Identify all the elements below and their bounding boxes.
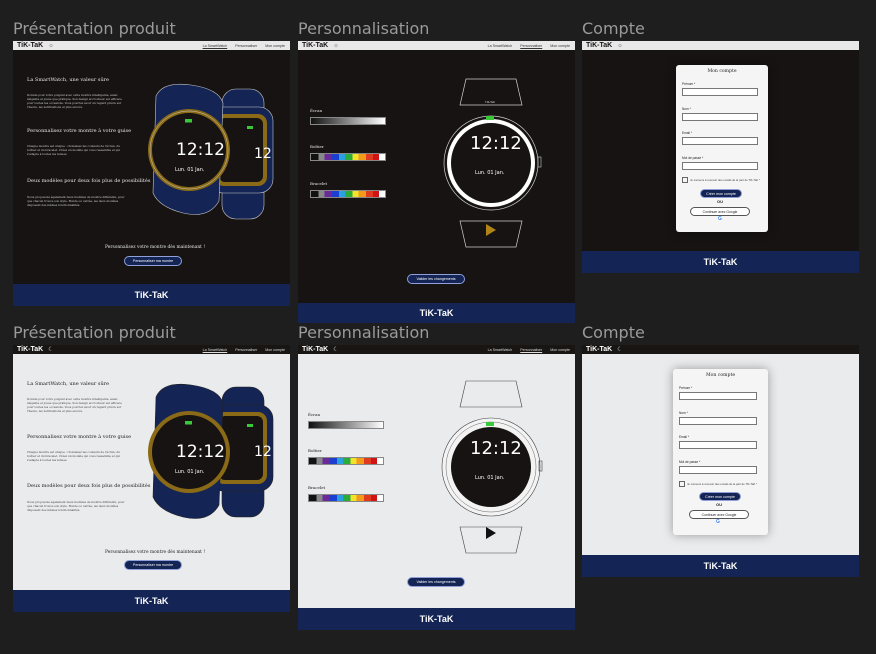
footer-brand: TiK-TaK (703, 257, 738, 267)
frame-label-presentation-light: Présentation produit (13, 323, 176, 342)
watch-illustration: 12 (148, 83, 274, 220)
sun-icon[interactable]: ☼ (617, 43, 623, 49)
nav-logo[interactable]: TiK-TaK (586, 42, 612, 49)
footer-brand: TiK-TaK (419, 308, 454, 318)
preview-watch-brand: TiK-TaK (485, 101, 496, 104)
google-icon: G (716, 519, 720, 525)
account-form-card: Mon compte Prénom * Nom * Email * Mot de… (676, 65, 768, 232)
watch-time: 12:12 (176, 442, 225, 462)
consent-text: Je consens à recevoir des emails de la p… (690, 178, 761, 182)
frame-label-presentation-dark: Présentation produit (13, 19, 176, 38)
footer: TiK-TaK (298, 303, 575, 323)
footer: TiK-TaK (582, 251, 859, 273)
password-label: Mot de passe * (679, 460, 701, 464)
form-title: Mon compte (707, 69, 737, 74)
nom-input[interactable] (679, 417, 757, 425)
password-input[interactable] (682, 162, 758, 170)
footer-brand: TiK-TaK (134, 290, 169, 300)
nom-label: Nom * (679, 411, 688, 415)
compte-frame-light: TiK-TaK ☾ Mon compte Prénom * Nom * Emai… (582, 345, 859, 577)
prenom-label: Prénom * (682, 82, 696, 86)
create-account-button[interactable]: Créer mon compte (699, 492, 741, 501)
google-button[interactable]: Continuer avec Google (690, 207, 750, 216)
password-input[interactable] (679, 466, 757, 474)
navbar: TiK-TaK ☼ (582, 41, 859, 50)
presentation-frame-dark: TiK-TaK ☼ La SmartWatch Personnaliser Mo… (13, 41, 290, 306)
frame-label-personnalisation-dark: Personnalisation (298, 19, 430, 38)
nav-logo[interactable]: TiK-TaK (586, 346, 612, 353)
preview-watch-time: 12:12 (470, 438, 522, 459)
frame-label-compte-light: Compte (582, 323, 645, 342)
nom-label: Nom * (682, 107, 691, 111)
prenom-input[interactable] (682, 88, 758, 96)
account-form-card: Mon compte Prénom * Nom * Email * Mot de… (673, 369, 768, 535)
svg-text:12: 12 (254, 444, 272, 460)
personnalisation-frame-light: TiK-TaK ☾ La SmartWatch Personnaliser Mo… (298, 345, 575, 630)
watch-time: 12:12 (176, 140, 225, 160)
ou-separator: OU (716, 502, 722, 507)
ou-separator: OU (717, 199, 723, 204)
play-icon[interactable] (486, 527, 496, 539)
create-account-button[interactable]: Créer mon compte (700, 189, 742, 198)
google-button[interactable]: Continuer avec Google (689, 510, 749, 519)
personnalisation-frame-dark: TiK-TaK ☼ La SmartWatch Personnaliser Mo… (298, 41, 575, 323)
prenom-input[interactable] (679, 392, 757, 400)
preview-watch-time: 12:12 (470, 133, 522, 154)
email-input[interactable] (682, 137, 758, 145)
prenom-label: Prénom * (679, 386, 693, 390)
svg-text:12: 12 (254, 146, 272, 162)
password-label: Mot de passe * (682, 156, 704, 160)
watch-date: Lun. 01 Jan. (175, 469, 205, 475)
consent-checkbox[interactable]: Je consens à recevoir des emails de la p… (679, 481, 757, 487)
nom-input[interactable] (682, 113, 758, 121)
form-title: Mon compte (705, 373, 736, 378)
play-icon[interactable] (486, 224, 496, 236)
footer-brand: TiK-TaK (134, 596, 169, 606)
consent-text: Je consens à recevoir des emails de la p… (687, 482, 758, 486)
validate-button[interactable]: Valider les changements (407, 274, 465, 284)
navbar: TiK-TaK ☾ (582, 345, 859, 354)
email-label: Email * (682, 131, 693, 135)
watch-preview (441, 380, 543, 554)
frame-label-personnalisation-light: Personnalisation (298, 323, 430, 342)
footer: TiK-TaK (13, 284, 290, 306)
compte-frame-dark: TiK-TaK ☼ Mon compte Prénom * Nom * Emai… (582, 41, 859, 273)
validate-button[interactable]: Valider les changements (407, 577, 465, 587)
moon-icon[interactable]: ☾ (617, 346, 622, 353)
watch-date: Lun. 01 Jan. (175, 167, 205, 173)
google-icon: G (718, 216, 722, 222)
preview-watch-date: Lun. 01 Jan. (475, 170, 505, 176)
presentation-frame-light: TiK-TaK ☾ La SmartWatch Personnaliser Mo… (13, 345, 290, 612)
consent-checkbox[interactable]: Je consens à recevoir des emails de la p… (682, 177, 760, 183)
footer-brand: TiK-TaK (703, 561, 738, 571)
email-input[interactable] (679, 441, 757, 449)
email-label: Email * (679, 435, 690, 439)
footer-brand: TiK-TaK (419, 614, 454, 624)
footer: TiK-TaK (582, 555, 859, 577)
preview-watch-date: Lun. 01 Jan. (475, 475, 505, 481)
watch-illustration: 12 (148, 383, 274, 519)
frame-label-compte-dark: Compte (582, 19, 645, 38)
footer: TiK-TaK (13, 590, 290, 612)
footer: TiK-TaK (298, 608, 575, 630)
